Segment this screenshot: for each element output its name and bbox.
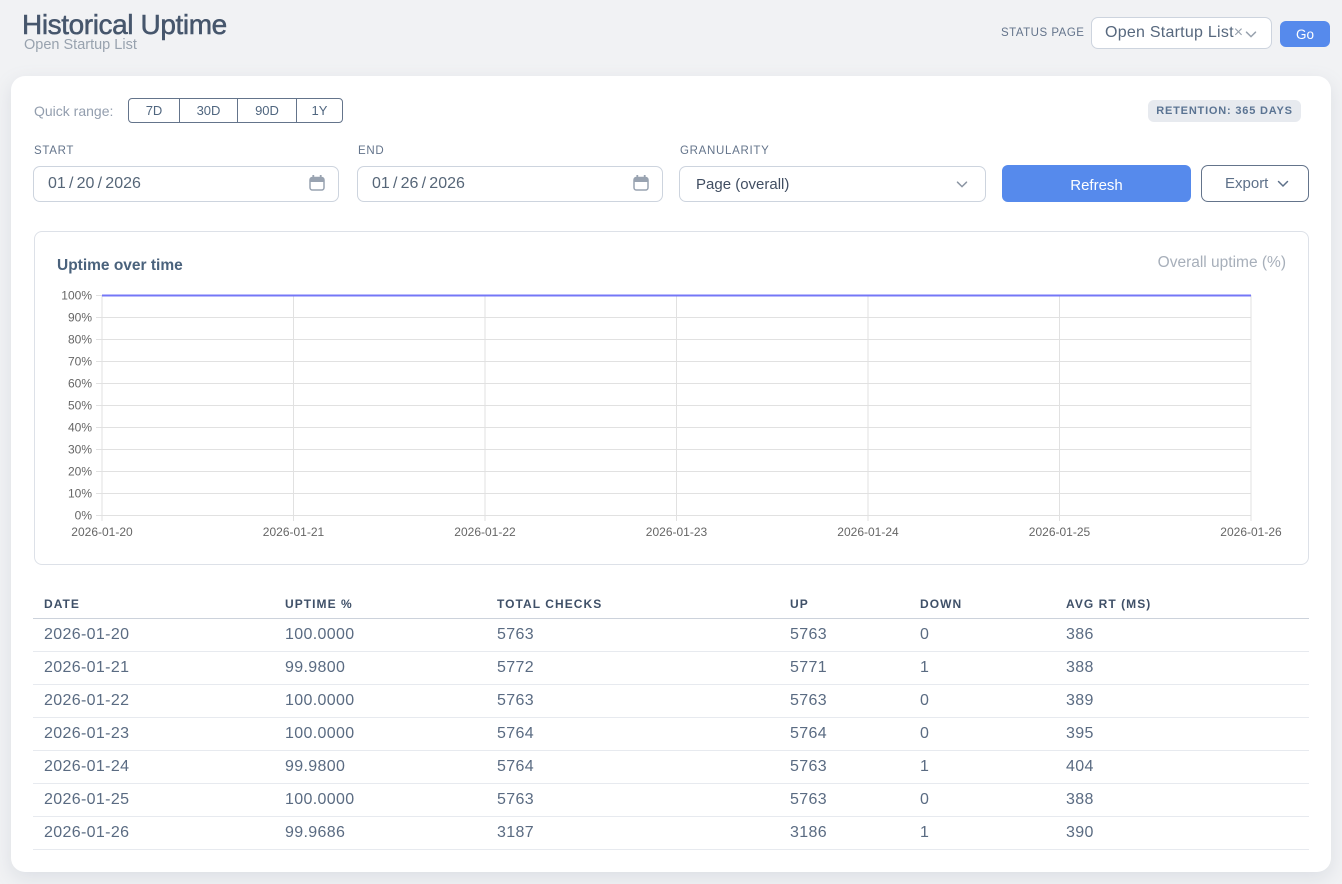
svg-text:2026-01-20: 2026-01-20 xyxy=(71,525,133,539)
svg-text:60%: 60% xyxy=(68,377,92,391)
svg-text:70%: 70% xyxy=(68,355,92,369)
svg-text:2026-01-22: 2026-01-22 xyxy=(454,525,516,539)
svg-text:50%: 50% xyxy=(68,399,92,413)
svg-text:40%: 40% xyxy=(68,421,92,435)
svg-text:0%: 0% xyxy=(75,509,93,523)
svg-text:30%: 30% xyxy=(68,443,92,457)
svg-text:2026-01-26: 2026-01-26 xyxy=(1220,525,1282,539)
svg-text:2026-01-24: 2026-01-24 xyxy=(837,525,899,539)
svg-text:2026-01-23: 2026-01-23 xyxy=(646,525,708,539)
svg-text:10%: 10% xyxy=(68,487,92,501)
svg-text:100%: 100% xyxy=(61,289,92,303)
svg-text:80%: 80% xyxy=(68,333,92,347)
svg-text:2026-01-25: 2026-01-25 xyxy=(1029,525,1091,539)
svg-text:90%: 90% xyxy=(68,311,92,325)
svg-text:2026-01-21: 2026-01-21 xyxy=(263,525,325,539)
svg-text:20%: 20% xyxy=(68,465,92,479)
